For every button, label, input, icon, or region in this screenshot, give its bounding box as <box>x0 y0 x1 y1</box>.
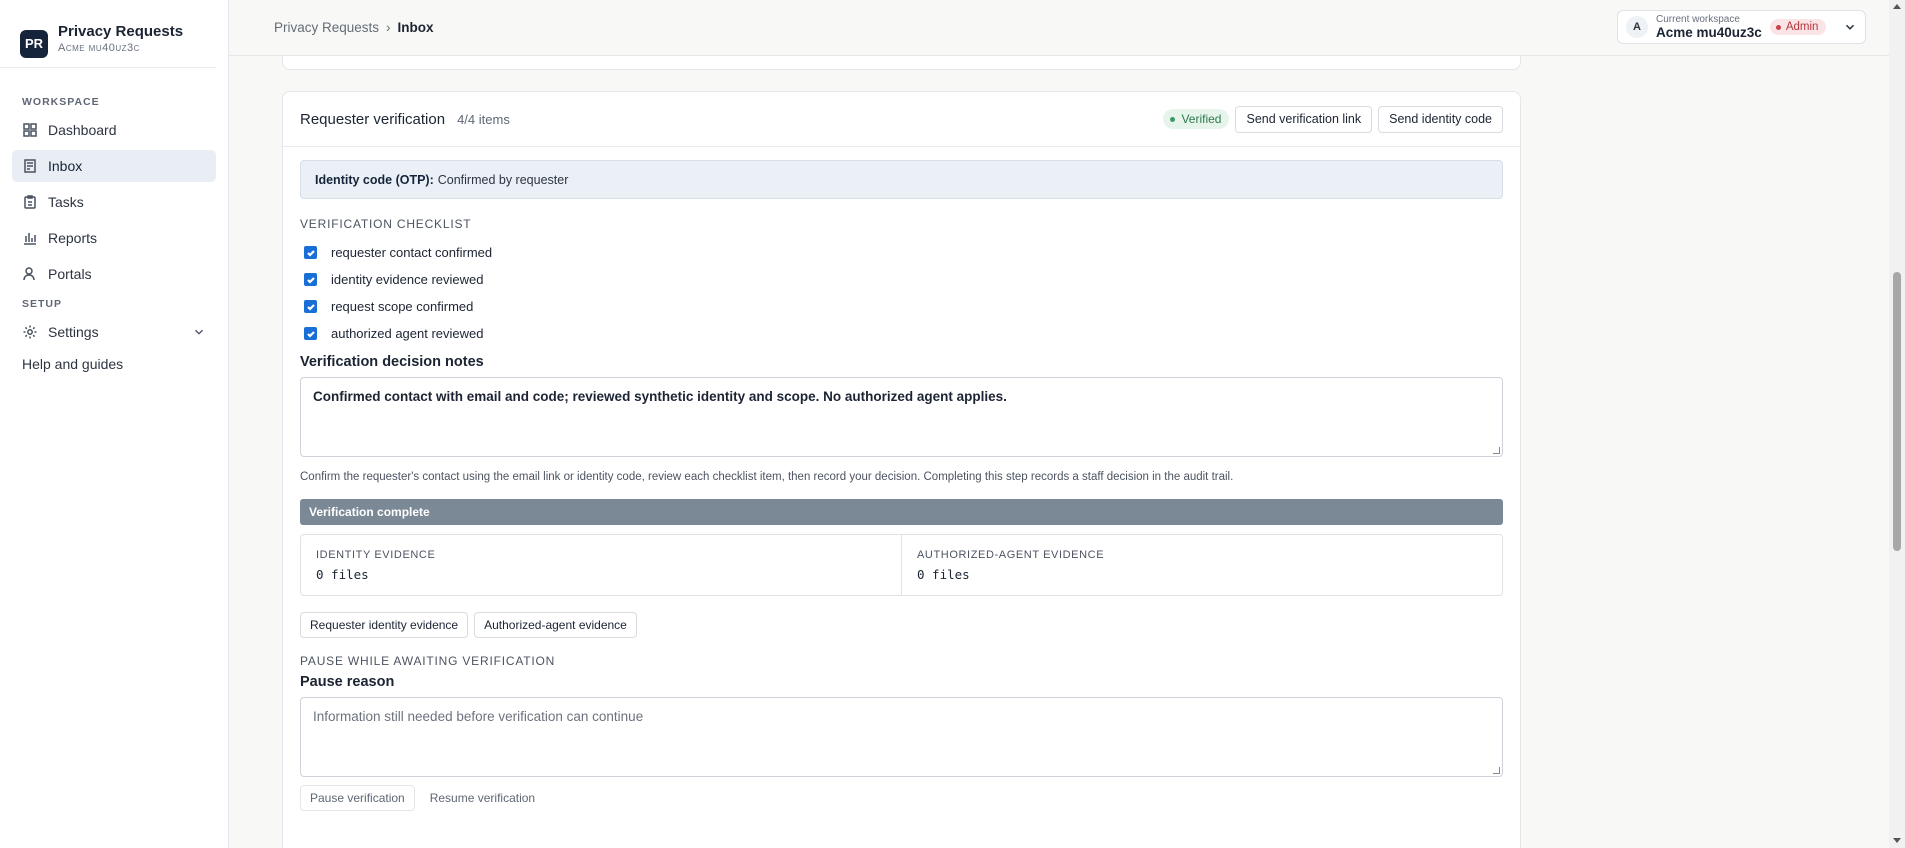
checklist-item: requester contact confirmed <box>300 239 1503 266</box>
breadcrumb-current: Inbox <box>397 20 434 35</box>
avatar: A <box>1626 16 1648 38</box>
sidebar-item-label: Reports <box>48 230 98 246</box>
brand[interactable]: PR Privacy Requests Acme mu40uz3c <box>0 0 216 68</box>
help-text: Confirm the requester's contact using th… <box>300 471 1234 483</box>
checklist-item-label: authorized agent reviewed <box>331 326 484 341</box>
sidebar-item-reports[interactable]: Reports <box>12 222 216 254</box>
identity-evidence-label: IDENTITY EVIDENCE <box>316 549 436 561</box>
nav-section-setup: SETUP <box>22 298 63 310</box>
clipboard-icon <box>24 195 36 209</box>
agent-evidence-label: AUTHORIZED-AGENT EVIDENCE <box>917 549 1105 561</box>
sidebar-item-label: Inbox <box>48 158 83 174</box>
checklist-item-label: request scope confirmed <box>331 299 474 314</box>
chevron-down-icon <box>195 329 203 335</box>
send-identity-code-button[interactable]: Send identity code <box>1378 105 1503 133</box>
sidebar: PR Privacy Requests Acme mu40uz3c WORKSP… <box>0 0 229 848</box>
sidebar-item-inbox[interactable]: Inbox <box>12 150 216 182</box>
checklist-item-label: identity evidence reviewed <box>331 272 484 287</box>
pause-heading: PAUSE WHILE AWAITING VERIFICATION <box>300 654 556 668</box>
help-link[interactable]: Help and guides <box>0 356 228 372</box>
workspace-label: Current workspace <box>1656 13 1740 25</box>
checkbox[interactable] <box>304 327 317 340</box>
user-icon <box>23 267 35 281</box>
authorized-agent-evidence-button[interactable]: Authorized-agent evidence <box>474 612 637 638</box>
sidebar-item-settings[interactable]: Settings <box>12 316 216 348</box>
scrollbar[interactable] <box>1889 0 1905 848</box>
sidebar-item-portals[interactable]: Portals <box>12 258 216 290</box>
notes-value: Confirmed contact with email and code; r… <box>313 389 1007 404</box>
resize-handle[interactable] <box>1493 767 1500 774</box>
sidebar-item-label: Settings <box>48 324 99 340</box>
notes-label: Verification decision notes <box>300 354 484 370</box>
chevron-down-icon <box>1845 24 1855 30</box>
verification-checklist: requester contact confirmed identity evi… <box>300 239 1503 347</box>
otp-value: Confirmed by requester <box>437 172 569 187</box>
checklist-item: identity evidence reviewed <box>300 266 1503 293</box>
grid-icon <box>23 123 37 137</box>
status-badge: Verified <box>1163 109 1230 129</box>
otp-status: Identity code (OTP): Confirmed by reques… <box>300 160 1503 199</box>
checkbox[interactable] <box>304 246 317 259</box>
chart-icon <box>24 233 36 245</box>
brand-org: Acme mu40uz3c <box>58 42 140 54</box>
identity-evidence-count: 0 files <box>316 567 369 582</box>
breadcrumb-separator: › <box>386 20 391 35</box>
breadcrumb: Privacy Requests › Inbox <box>274 20 434 35</box>
breadcrumb-parent[interactable]: Privacy Requests <box>274 20 379 35</box>
otp-label: Identity code (OTP): <box>315 172 434 187</box>
scroll-down-arrow[interactable] <box>1893 838 1901 843</box>
pause-verification-button[interactable]: Pause verification <box>300 785 415 811</box>
sidebar-item-tasks[interactable]: Tasks <box>12 186 216 218</box>
sidebar-item-label: Tasks <box>48 194 84 210</box>
card-title: Requester verification <box>300 110 446 128</box>
checklist-heading: VERIFICATION CHECKLIST <box>300 217 472 231</box>
resize-handle[interactable] <box>1493 447 1500 454</box>
verification-complete-bar: Verification complete <box>300 499 1503 525</box>
item-count: 4/4 items <box>457 111 510 127</box>
evidence-summary: IDENTITY EVIDENCE 0 files AUTHORIZED-AGE… <box>300 534 1503 596</box>
checklist-item-label: requester contact confirmed <box>331 245 493 260</box>
brand-logo: PR <box>20 29 48 58</box>
workspace-switcher[interactable]: A Current workspace Acme mu40uz3c Admin <box>1617 10 1866 44</box>
sidebar-item-label: Dashboard <box>48 122 117 138</box>
checkbox[interactable] <box>304 300 317 313</box>
scroll-up-arrow[interactable] <box>1893 4 1901 9</box>
brand-title: Privacy Requests <box>58 23 184 40</box>
requester-identity-evidence-button[interactable]: Requester identity evidence <box>300 612 469 638</box>
gear-icon <box>23 325 37 339</box>
resume-verification-button[interactable]: Resume verification <box>420 785 545 811</box>
sidebar-item-dashboard[interactable]: Dashboard <box>12 114 216 146</box>
scroll-thumb[interactable] <box>1893 272 1901 551</box>
send-verification-link-button[interactable]: Send verification link <box>1235 105 1373 133</box>
checklist-item: authorized agent reviewed <box>300 320 1503 347</box>
checklist-item: request scope confirmed <box>300 293 1503 320</box>
pause-reason-placeholder: Information still needed before verifica… <box>313 709 644 724</box>
requester-verification-card: Requester verification 4/4 items Verifie… <box>282 91 1521 848</box>
inbox-icon <box>24 159 36 173</box>
notes-field[interactable]: Confirmed contact with email and code; r… <box>300 377 1503 457</box>
nav-section-workspace: WORKSPACE <box>22 96 100 108</box>
previous-card <box>282 56 1521 70</box>
agent-evidence-count: 0 files <box>917 567 970 582</box>
sidebar-item-label: Portals <box>48 266 92 282</box>
role-badge: Admin <box>1769 19 1827 35</box>
checkbox[interactable] <box>304 273 317 286</box>
pause-reason-label: Pause reason <box>300 674 395 690</box>
pause-reason-field[interactable]: Information still needed before verifica… <box>300 697 1503 777</box>
workspace-name: Acme mu40uz3c <box>1656 24 1762 40</box>
